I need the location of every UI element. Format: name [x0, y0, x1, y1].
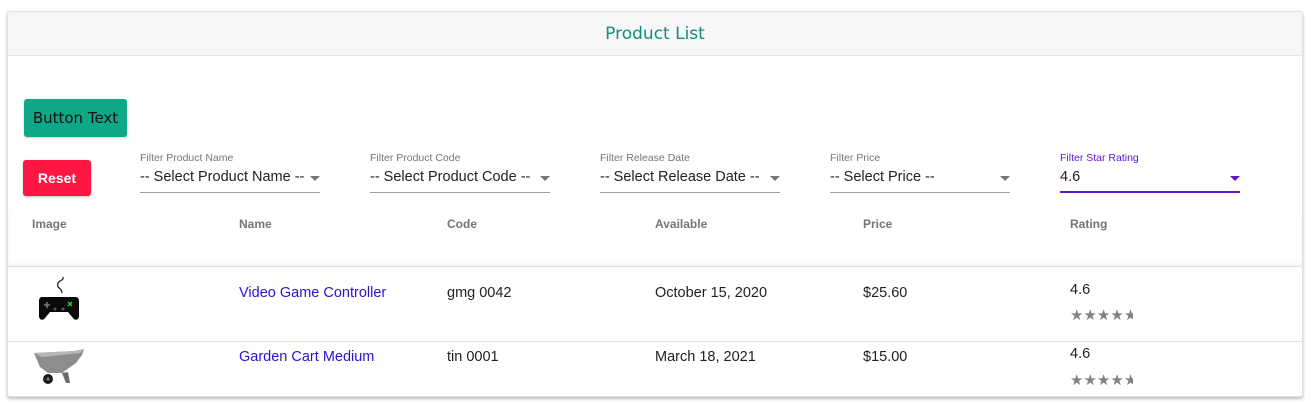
filter-star-rating-select[interactable]: Filter Star Rating 4.6: [1060, 152, 1240, 193]
table-row: Video Game Controller gmg 0042 October 1…: [8, 267, 1302, 342]
product-list-card: Product List Button Text Reset Filter Pr…: [7, 11, 1303, 397]
filter-value: -- Select Product Name --: [140, 169, 305, 185]
button-text-button[interactable]: Button Text: [24, 99, 127, 137]
filter-product-name-select[interactable]: Filter Product Name -- Select Product Na…: [140, 152, 320, 193]
product-name-link[interactable]: Video Game Controller: [239, 285, 386, 301]
chevron-down-icon: [1230, 176, 1240, 181]
filter-underline: [140, 192, 320, 193]
product-name-link[interactable]: Garden Cart Medium: [239, 349, 374, 365]
filter-label: Filter Star Rating: [1060, 152, 1139, 164]
filter-value: -- Select Release Date --: [600, 169, 760, 185]
column-header-image: Image: [32, 217, 67, 231]
filter-label: Filter Product Code: [370, 152, 461, 164]
chevron-down-icon: [540, 176, 550, 181]
reset-button[interactable]: Reset: [23, 160, 91, 196]
star-icon: ★: [1096, 372, 1110, 389]
star-icon: ★: [1110, 307, 1123, 324]
filter-release-date-select[interactable]: Filter Release Date -- Select Release Da…: [600, 152, 780, 193]
star-icon: ★: [1124, 306, 1133, 324]
filter-underline: [830, 192, 1010, 193]
star-rating: ★★★★★: [1070, 306, 1133, 324]
filter-label: Filter Release Date: [600, 152, 690, 164]
product-code: gmg 0042: [447, 285, 512, 301]
filter-price-select[interactable]: Filter Price -- Select Price --: [830, 152, 1010, 193]
filter-underline: [600, 192, 780, 193]
star-icon: ★: [1083, 307, 1096, 324]
product-rating: 4.6: [1070, 282, 1091, 298]
star-icon: ★: [1083, 372, 1096, 389]
card-header: Product List: [8, 12, 1302, 56]
chevron-down-icon: [770, 176, 780, 181]
filter-value: -- Select Product Code --: [370, 169, 531, 185]
star-icon: ★: [1070, 372, 1083, 389]
filter-product-code-select[interactable]: Filter Product Code -- Select Product Co…: [370, 152, 550, 193]
column-header-available: Available: [655, 217, 708, 231]
product-code: tin 0001: [447, 349, 499, 365]
chevron-down-icon: [1000, 176, 1010, 181]
star-icon: ★: [1110, 372, 1123, 389]
table-header: Image Name Code Available Price Rating: [8, 211, 1302, 267]
product-rating: 4.6: [1070, 346, 1091, 362]
garden-cart-icon: [34, 349, 84, 384]
product-table: Image Name Code Available Price Rating V…: [8, 211, 1302, 396]
table-row: Garden Cart Medium tin 0001 March 18, 20…: [8, 342, 1302, 396]
filter-underline: [370, 192, 550, 193]
column-header-price: Price: [863, 217, 893, 231]
star-icon: ★: [1124, 371, 1133, 389]
page-title: Product List: [605, 23, 705, 44]
product-price: $15.00: [863, 349, 908, 365]
filter-value: 4.6: [1060, 169, 1081, 185]
star-icon: ★: [1096, 307, 1110, 324]
star-icon: ★: [1070, 307, 1083, 324]
filter-underline: [1060, 191, 1240, 193]
product-available: October 15, 2020: [655, 285, 768, 301]
product-available: March 18, 2021: [655, 349, 756, 365]
filter-label: Filter Price: [830, 152, 881, 164]
column-header-name: Name: [239, 217, 272, 231]
filter-value: -- Select Price --: [830, 169, 935, 185]
game-controller-icon: [39, 276, 79, 320]
column-header-code: Code: [447, 217, 477, 231]
filter-label: Filter Product Name: [140, 152, 234, 164]
product-price: $25.60: [863, 285, 908, 301]
chevron-down-icon: [310, 176, 320, 181]
column-header-rating: Rating: [1070, 217, 1108, 231]
star-rating: ★★★★★: [1070, 371, 1133, 389]
